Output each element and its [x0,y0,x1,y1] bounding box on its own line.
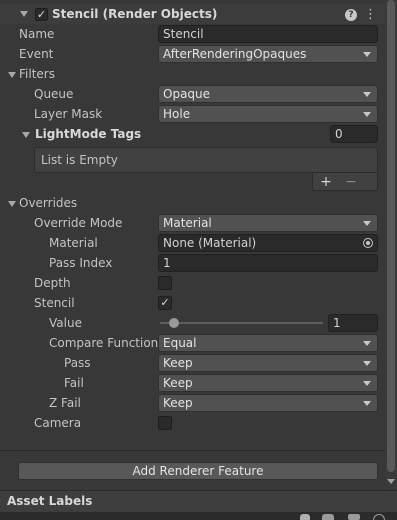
dropdown-arrow-icon [363,52,371,57]
dropdown-arrow-icon [363,221,371,226]
fail-label: Fail [64,376,84,390]
asset-labels-title[interactable]: Asset Labels [7,492,92,510]
overrides-foldout-icon[interactable] [8,201,16,207]
pass-index-field[interactable]: 1 [158,254,378,272]
status-icon [322,514,334,520]
zfail-label: Z Fail [49,396,81,410]
event-dropdown[interactable]: AfterRenderingOpaques [158,45,378,63]
filters-foldout-icon[interactable] [8,72,16,78]
dropdown-arrow-icon [363,381,371,386]
menu-icon[interactable]: ⋮ [364,6,377,24]
depth-checkbox[interactable] [158,276,172,290]
queue-value: Opaque [163,87,211,101]
value-slider-thumb[interactable] [169,318,179,328]
dropdown-arrow-icon [363,112,371,117]
depth-label: Depth [34,276,71,290]
layer-mask-value: Hole [163,107,191,121]
event-label: Event [19,47,54,61]
compare-function-dropdown[interactable]: Equal [158,334,378,352]
object-picker-icon[interactable] [363,238,373,248]
scrollbar-thumb[interactable] [387,0,395,472]
status-icon [300,514,310,520]
feature-title: Stencil (Render Objects) [52,7,218,21]
add-renderer-feature-button[interactable]: Add Renderer Feature [18,462,378,480]
material-label: Material [49,236,98,250]
name-label: Name [19,27,55,41]
dropdown-arrow-icon [363,92,371,97]
queue-label: Queue [34,87,74,101]
lightmode-foldout-icon[interactable] [22,132,30,138]
value-label: Value [49,316,82,330]
stencil-checkbox[interactable]: ✓ [158,296,172,310]
compare-function-label: Compare Function [49,336,159,350]
remove-icon[interactable]: − [343,173,359,191]
filters-label[interactable]: Filters [19,65,55,83]
stencil-label: Stencil [34,296,75,310]
divider [0,450,385,451]
pass-dropdown[interactable]: Keep [158,354,378,372]
enable-checkbox[interactable]: ✓ [35,8,48,21]
pass-value: Keep [163,356,193,370]
status-bar [0,512,397,520]
zfail-dropdown[interactable]: Keep [158,394,378,412]
zfail-value: Keep [163,396,193,410]
queue-dropdown[interactable]: Opaque [158,85,378,103]
override-mode-label: Override Mode [34,216,123,230]
help-icon[interactable]: ? [345,9,357,21]
layer-mask-label: Layer Mask [34,107,103,121]
status-icon [348,514,360,520]
override-mode-dropdown[interactable]: Material [158,214,378,232]
value-slider-track[interactable] [160,322,323,324]
value-field[interactable]: 1 [328,314,378,332]
status-icon [373,514,385,520]
pass-index-label: Pass Index [49,256,113,270]
material-value: None (Material) [163,236,257,250]
compare-function-value: Equal [163,336,197,350]
scroll-down-arrow-icon[interactable] [387,479,395,484]
override-mode-value: Material [163,216,212,230]
dropdown-arrow-icon [363,341,371,346]
dropdown-arrow-icon [363,401,371,406]
camera-label: Camera [34,416,82,430]
camera-checkbox[interactable] [158,416,172,430]
material-field[interactable]: None (Material) [158,234,378,252]
fail-dropdown[interactable]: Keep [158,374,378,392]
overrides-label[interactable]: Overrides [19,194,77,212]
fail-value: Keep [163,376,193,390]
name-field[interactable]: Stencil [158,25,378,43]
dropdown-arrow-icon [363,361,371,366]
foldout-arrow-icon[interactable] [20,11,28,17]
list-empty-text: List is Empty [41,153,118,167]
add-icon[interactable]: + [318,173,334,191]
event-value: AfterRenderingOpaques [163,47,307,61]
lightmode-tags-label[interactable]: LightMode Tags [35,125,141,143]
layer-mask-dropdown[interactable]: Hole [158,105,378,123]
lightmode-count-field[interactable]: 0 [330,125,378,143]
pass-label: Pass [64,356,91,370]
